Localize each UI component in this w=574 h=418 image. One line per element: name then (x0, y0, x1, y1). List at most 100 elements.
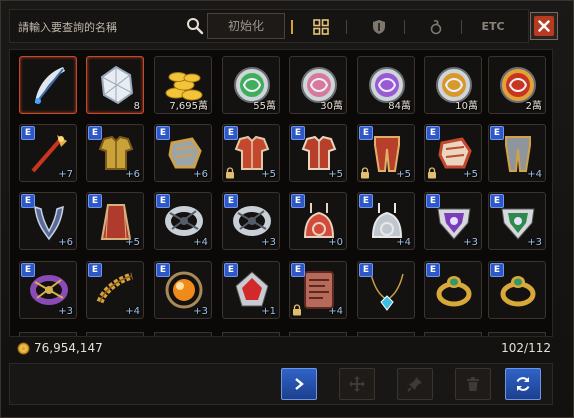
inventory-grid: 8 7,695萬 55萬 30萬 84萬 10萬 2萬 E +7 E +6 E … (9, 49, 553, 337)
potion-icon (430, 20, 442, 35)
inventory-slot-red-chest[interactable]: E +5 (289, 124, 347, 182)
inventory-slot-partial[interactable] (154, 332, 212, 336)
tab-all[interactable] (301, 13, 341, 41)
tab-divider (291, 20, 293, 34)
refresh-button[interactable] (505, 368, 541, 400)
search-input[interactable] (16, 15, 188, 39)
enhance-level: +4 (396, 237, 411, 248)
item-quantity: 84萬 (388, 101, 411, 112)
equipment-badge: E (88, 194, 102, 208)
equipment-badge: E (426, 263, 440, 277)
equipment-badge: E (359, 263, 373, 277)
reset-button[interactable]: 初始化 (207, 13, 285, 39)
inventory-slot-partial[interactable] (19, 332, 77, 336)
equipment-badge: E (88, 126, 102, 140)
equipment-badge: E (156, 126, 170, 140)
enhance-level: +5 (463, 169, 478, 180)
enhance-level: +5 (261, 169, 276, 180)
item-quantity: 8 (133, 101, 140, 112)
delete-button[interactable] (455, 368, 491, 400)
gold-coin-icon (17, 342, 30, 355)
next-button[interactable] (281, 368, 317, 400)
inventory-slot-gold-gauntlet[interactable]: E +6 (154, 124, 212, 182)
lock-icon (361, 167, 369, 179)
enhance-level: +3 (261, 237, 276, 248)
inventory-slot-purple-medal[interactable]: 84萬 (357, 56, 415, 114)
inventory-slot-red-staff[interactable]: E +7 (19, 124, 77, 182)
lock-icon (428, 167, 436, 179)
equipment-badge: E (224, 263, 238, 277)
crystal-gem-icon (100, 65, 134, 105)
equipment-badge: E (224, 126, 238, 140)
equipment-badge: E (291, 194, 305, 208)
inventory-slot-red-pauldron[interactable]: E +5 (222, 124, 280, 182)
inventory-slot-red-glove[interactable]: E +5 (424, 124, 482, 182)
inventory-slot-dark-necklace[interactable]: E +6 (19, 192, 77, 250)
feather-quill-icon (35, 67, 65, 104)
inventory-slot-silver-bracer-b[interactable]: E +3 (222, 192, 280, 250)
item-quantity: 2萬 (525, 101, 542, 112)
inventory-slot-partial[interactable] (222, 332, 280, 336)
equipment-badge: E (291, 126, 305, 140)
enhance-level: +0 (328, 237, 343, 248)
inventory-slot-ruby-brooch[interactable]: E +1 (222, 261, 280, 319)
search-icon[interactable] (186, 17, 204, 35)
inventory-slot-emerald-ring-b[interactable]: E (488, 261, 546, 319)
inventory-slot-silver-pants[interactable]: E +4 (488, 124, 546, 182)
move-button[interactable] (339, 368, 375, 400)
inventory-slot-purple-bracelet[interactable]: E +3 (19, 261, 77, 319)
inventory-slot-gold-chain[interactable]: E +4 (86, 261, 144, 319)
inventory-slot-crystal-gem[interactable]: 8 (86, 56, 144, 114)
inventory-slot-partial[interactable] (488, 332, 546, 336)
inventory-slot-red-leggings[interactable]: E +5 (357, 124, 415, 182)
inventory-slot-partial[interactable] (424, 332, 482, 336)
enhance-level: +5 (396, 169, 411, 180)
tab-divider (461, 20, 462, 34)
inventory-slot-silver-bracer-a[interactable]: E +4 (154, 192, 212, 250)
tab-equip[interactable] (359, 13, 399, 41)
enhance-level: +4 (193, 237, 208, 248)
move-icon (349, 376, 365, 392)
item-quantity: 10萬 (455, 101, 478, 112)
tab-etc[interactable]: ETC (473, 13, 513, 41)
enhance-level: +6 (58, 237, 73, 248)
inventory-slot-blue-pendant[interactable]: E (357, 261, 415, 319)
inventory-slot-green-amulet[interactable]: E +3 (488, 192, 546, 250)
inventory-slot-red-medal[interactable]: 2萬 (488, 56, 546, 114)
equipment-badge: E (359, 194, 373, 208)
slot-capacity: 102/112 (501, 341, 551, 355)
equipment-badge: E (490, 263, 504, 277)
equipment-badge: E (490, 126, 504, 140)
inventory-next-row (10, 332, 552, 336)
enhance-level: +6 (193, 169, 208, 180)
gold-amount: 76,954,147 (34, 341, 103, 355)
inventory-slot-red-earring[interactable]: E +0 (289, 192, 347, 250)
enhance-level: +4 (328, 306, 343, 317)
enhance-level: +3 (58, 306, 73, 317)
inventory-slot-partial[interactable] (357, 332, 415, 336)
inventory-slot-rune-tablet[interactable]: E +4 (289, 261, 347, 319)
tab-consumable[interactable] (416, 13, 456, 41)
inventory-slot-gold-armor[interactable]: E +6 (86, 124, 144, 182)
inventory-slot-pink-medal[interactable]: 30萬 (289, 56, 347, 114)
inventory-slot-purple-amulet[interactable]: E +3 (424, 192, 482, 250)
inventory-slot-emerald-ring-a[interactable]: E (424, 261, 482, 319)
inventory-slot-silver-earring[interactable]: E +4 (357, 192, 415, 250)
inventory-slot-partial[interactable] (289, 332, 347, 336)
inventory-slot-gold-medal[interactable]: 10萬 (424, 56, 482, 114)
pin-button[interactable] (397, 368, 433, 400)
close-button[interactable] (530, 12, 558, 40)
inventory-slot-red-cape[interactable]: E +5 (86, 192, 144, 250)
inventory-slot-green-medal[interactable]: 55萬 (222, 56, 280, 114)
inventory-slot-orange-orb[interactable]: E +3 (154, 261, 212, 319)
inventory-slot-partial[interactable] (86, 332, 144, 336)
equipment-badge: E (291, 263, 305, 277)
inventory-slot-gold-coins[interactable]: 7,695萬 (154, 56, 212, 114)
inventory-window: 初始化 ETC (0, 0, 574, 418)
inventory-slot-feather-quill[interactable] (19, 56, 77, 114)
shield-icon (373, 20, 385, 34)
refresh-icon (516, 377, 530, 391)
action-bar (9, 363, 553, 405)
lock-icon (293, 304, 301, 316)
equipment-badge: E (224, 194, 238, 208)
